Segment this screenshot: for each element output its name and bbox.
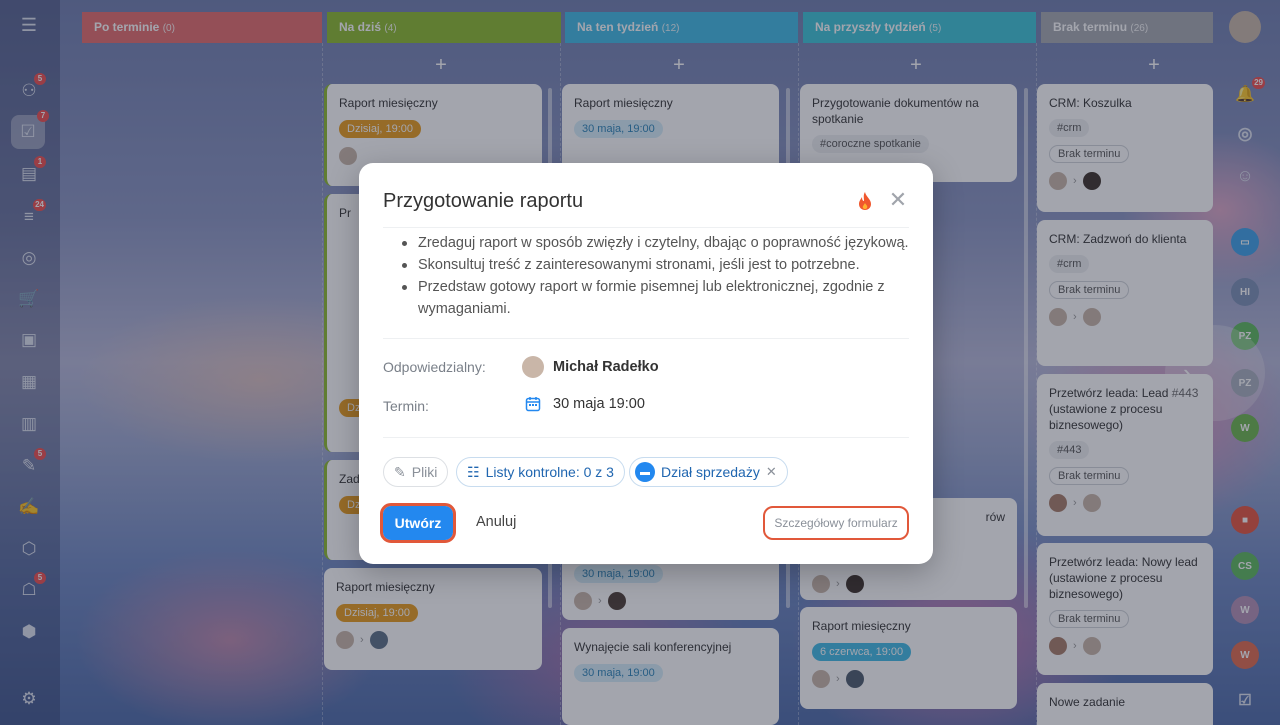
calendar-icon: [525, 397, 541, 412]
checklists-label: Listy kontrolne: 0 z 3: [485, 464, 614, 480]
task-description[interactable]: Zredaguj raport w sposób zwięzły i czyte…: [383, 227, 909, 339]
project-chip[interactable]: ▬ Dział sprzedaży ✕: [629, 457, 788, 487]
full-form-button[interactable]: Szczegółowy formularz: [763, 506, 909, 540]
files-button[interactable]: ✎ Pliki: [383, 457, 449, 487]
deadline-field[interactable]: 30 maja 19:00: [525, 396, 645, 412]
paperclip-icon: ✎: [394, 463, 406, 480]
checklists-button[interactable]: ☷ Listy kontrolne: 0 z 3: [456, 457, 625, 487]
description-item: Skonsultuj treść z zainteresowanymi stro…: [401, 254, 909, 276]
description-item: Zredaguj raport w sposób zwięzły i czyte…: [401, 232, 909, 254]
files-label: Pliki: [411, 464, 438, 480]
remove-icon[interactable]: ✕: [766, 464, 777, 480]
cancel-button[interactable]: Anuluj: [476, 514, 516, 530]
responsible-person[interactable]: Michał Radełko: [522, 356, 659, 378]
project-label: Dział sprzedaży: [661, 464, 760, 480]
fire-icon[interactable]: [856, 191, 874, 211]
description-item: Przedstaw gotowy raport w formie pisemne…: [401, 276, 909, 320]
deadline-value: 30 maja 19:00: [553, 396, 645, 412]
quick-task-dialog: Przygotowanie raportu ✕ Zredaguj raport …: [359, 163, 933, 564]
deadline-label: Termin:: [383, 398, 429, 414]
checklist-icon: ☷: [467, 463, 480, 480]
task-title-input[interactable]: Przygotowanie raportu: [383, 190, 583, 213]
folder-icon: ▬: [635, 462, 655, 482]
close-icon[interactable]: ✕: [888, 189, 908, 211]
divider: [383, 437, 909, 438]
responsible-name: Michał Radełko: [553, 359, 659, 375]
responsible-label: Odpowiedzialny:: [383, 359, 486, 375]
avatar: [522, 356, 544, 378]
create-button[interactable]: Utwórz: [380, 503, 456, 543]
